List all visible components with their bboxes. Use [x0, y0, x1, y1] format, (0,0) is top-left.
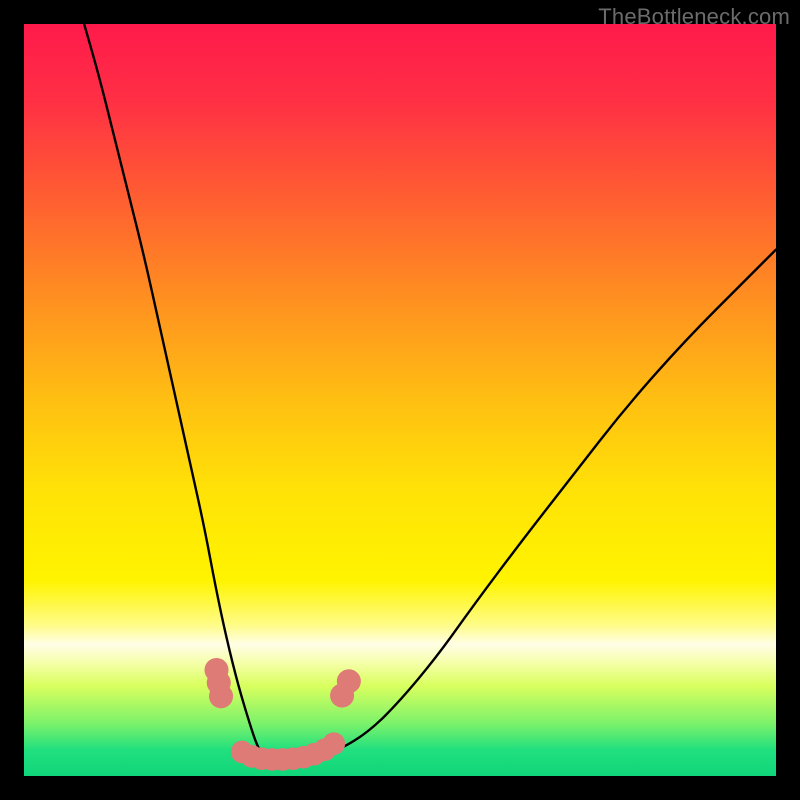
chart-frame — [24, 24, 776, 776]
curve-markers — [204, 658, 360, 771]
bottleneck-curve — [84, 24, 776, 759]
curve-marker — [323, 732, 346, 755]
curve-marker — [337, 669, 361, 693]
chart-plot-layer — [24, 24, 776, 776]
curve-marker — [209, 684, 233, 708]
